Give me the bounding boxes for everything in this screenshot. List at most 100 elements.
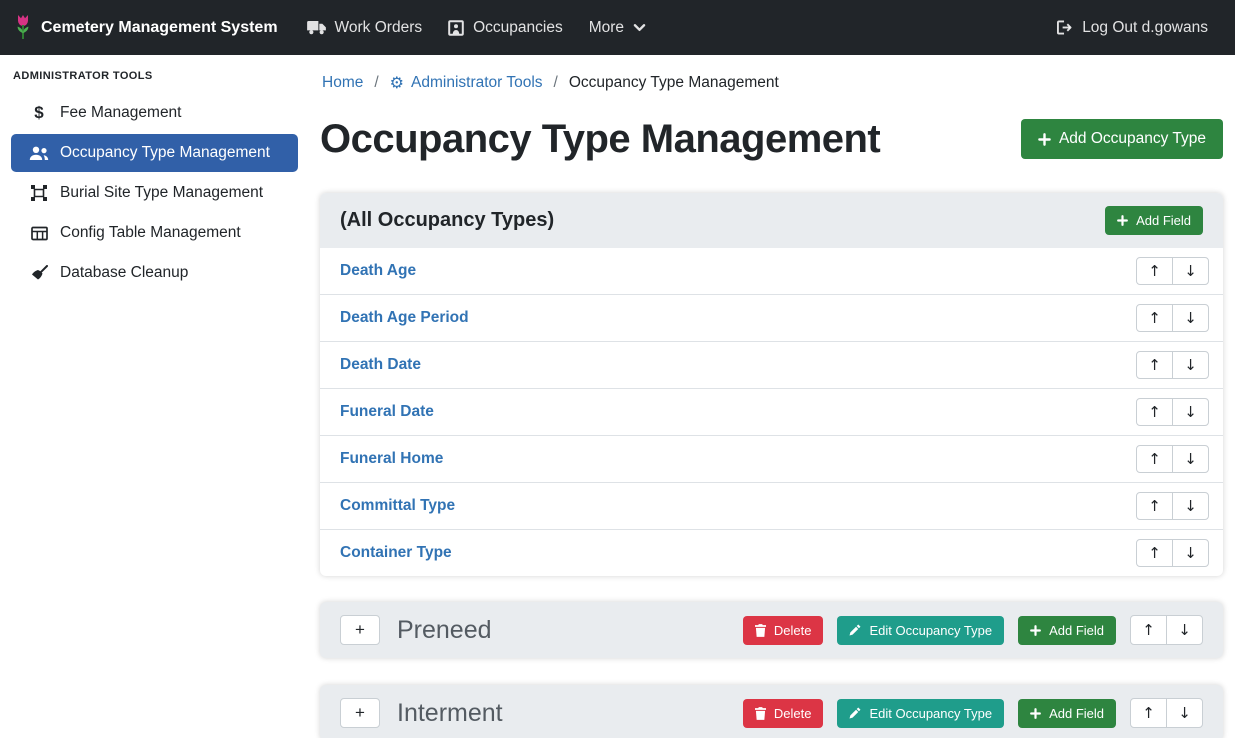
move-up-button[interactable]: ↑ — [1136, 492, 1173, 520]
delete-button[interactable]: Delete — [743, 616, 824, 645]
move-up-button[interactable]: ↑ — [1130, 615, 1167, 645]
sign-out-icon — [1056, 20, 1073, 35]
expand-button[interactable]: + — [340, 698, 380, 728]
nav-work-orders[interactable]: Work Orders — [294, 11, 436, 45]
nav-occupancies-label: Occupancies — [473, 19, 563, 37]
breadcrumb-home-link[interactable]: Home — [322, 74, 363, 92]
move-down-button[interactable]: ↓ — [1172, 398, 1209, 426]
reorder-button-group: ↑ ↓ — [1130, 698, 1203, 728]
nav-more[interactable]: More — [576, 11, 659, 45]
delete-button[interactable]: Delete — [743, 699, 824, 728]
add-field-button[interactable]: Add Field — [1018, 699, 1116, 728]
nav-occupancies[interactable]: Occupancies — [435, 11, 576, 45]
occupancy-type-section-interment: + Interment Delete Edit Occupancy Type — [320, 685, 1223, 738]
sidebar-item-database-cleanup[interactable]: Database Cleanup — [11, 254, 298, 292]
all-occupancy-types-header: (All Occupancy Types) Add Field — [320, 193, 1223, 248]
move-down-button[interactable]: ↓ — [1172, 539, 1209, 567]
trash-icon — [755, 624, 766, 637]
field-link[interactable]: Death Age — [340, 262, 416, 280]
broom-icon — [28, 265, 50, 281]
all-occupancy-types-card: (All Occupancy Types) Add Field Death Ag… — [320, 193, 1223, 576]
add-occupancy-type-label: Add Occupancy Type — [1059, 130, 1206, 148]
table-icon — [28, 226, 50, 241]
move-down-button[interactable]: ↓ — [1166, 698, 1203, 728]
delete-label: Delete — [774, 623, 812, 638]
main-content: Home / ⚙ Administrator Tools / Occupancy… — [308, 55, 1235, 738]
add-field-button[interactable]: Add Field — [1018, 616, 1116, 645]
field-link[interactable]: Committal Type — [340, 497, 455, 515]
move-up-button[interactable]: ↑ — [1136, 398, 1173, 426]
dollar-icon: $ — [28, 103, 50, 123]
move-down-button[interactable]: ↓ — [1172, 351, 1209, 379]
field-row: Death Date ↑ ↓ — [320, 342, 1223, 389]
pencil-icon — [849, 707, 861, 719]
sidebar: ADMINISTRATOR TOOLS $ Fee Management Occ… — [0, 55, 308, 738]
move-up-button[interactable]: ↑ — [1136, 257, 1173, 285]
gear-icon: ⚙ — [390, 75, 404, 91]
expand-button[interactable]: + — [340, 615, 380, 645]
sidebar-item-label: Fee Management — [60, 104, 182, 122]
logout-button[interactable]: Log Out d.gowans — [1043, 11, 1221, 45]
plus-icon — [1117, 215, 1128, 226]
sidebar-item-label: Burial Site Type Management — [60, 184, 263, 202]
tulip-logo-icon — [14, 14, 32, 41]
section-actions: Delete Edit Occupancy Type Add Field ↑ — [743, 698, 1203, 728]
edit-occupancy-type-button[interactable]: Edit Occupancy Type — [837, 699, 1004, 728]
vector-square-icon — [28, 185, 50, 201]
field-row: Death Age ↑ ↓ — [320, 248, 1223, 295]
sidebar-item-label: Occupancy Type Management — [60, 144, 270, 162]
chevron-down-icon — [633, 23, 646, 33]
reorder-button-group: ↑ ↓ — [1136, 351, 1209, 379]
top-navbar: Cemetery Management System Work Orders O… — [0, 0, 1235, 55]
section-actions: Delete Edit Occupancy Type Add Field ↑ — [743, 615, 1203, 645]
app-title: Cemetery Management System — [41, 19, 278, 37]
move-down-button[interactable]: ↓ — [1172, 257, 1209, 285]
pencil-icon — [849, 624, 861, 636]
reorder-button-group: ↑ ↓ — [1136, 398, 1209, 426]
move-down-button[interactable]: ↓ — [1172, 445, 1209, 473]
reorder-button-group: ↑ ↓ — [1136, 445, 1209, 473]
edit-occupancy-type-button[interactable]: Edit Occupancy Type — [837, 616, 1004, 645]
field-link[interactable]: Container Type — [340, 544, 452, 562]
reorder-button-group: ↑ ↓ — [1136, 539, 1209, 567]
occupancy-type-title: Interment — [397, 699, 743, 728]
move-down-button[interactable]: ↓ — [1172, 492, 1209, 520]
move-down-button[interactable]: ↓ — [1166, 615, 1203, 645]
sidebar-item-fee-management[interactable]: $ Fee Management — [11, 94, 298, 132]
breadcrumb-current: Occupancy Type Management — [569, 74, 779, 92]
reorder-button-group: ↑ ↓ — [1136, 257, 1209, 285]
breadcrumb: Home / ⚙ Administrator Tools / Occupancy… — [322, 73, 1223, 93]
add-occupancy-type-button[interactable]: Add Occupancy Type — [1021, 119, 1223, 159]
app-brand[interactable]: Cemetery Management System — [14, 14, 278, 41]
field-link[interactable]: Death Age Period — [340, 309, 469, 327]
move-up-button[interactable]: ↑ — [1136, 351, 1173, 379]
field-row: Committal Type ↑ ↓ — [320, 483, 1223, 530]
sidebar-item-config-table-management[interactable]: Config Table Management — [11, 214, 298, 252]
move-down-button[interactable]: ↓ — [1172, 304, 1209, 332]
breadcrumb-separator: / — [554, 74, 558, 92]
edit-occupancy-type-label: Edit Occupancy Type — [869, 706, 992, 721]
sidebar-item-burial-site-type-management[interactable]: Burial Site Type Management — [11, 174, 298, 212]
plus-icon — [1038, 133, 1051, 146]
move-up-button[interactable]: ↑ — [1130, 698, 1167, 728]
field-row: Funeral Date ↑ ↓ — [320, 389, 1223, 436]
field-link[interactable]: Funeral Date — [340, 403, 434, 421]
move-up-button[interactable]: ↑ — [1136, 445, 1173, 473]
sidebar-header: ADMINISTRATOR TOOLS — [13, 70, 298, 82]
add-field-label: Add Field — [1049, 623, 1104, 638]
sidebar-item-occupancy-type-management[interactable]: Occupancy Type Management — [11, 134, 298, 172]
move-up-button[interactable]: ↑ — [1136, 304, 1173, 332]
field-link[interactable]: Funeral Home — [340, 450, 443, 468]
person-booth-icon — [448, 20, 464, 36]
plus-icon — [1030, 708, 1041, 719]
breadcrumb-admin-tools-link[interactable]: ⚙ Administrator Tools — [390, 74, 543, 92]
move-up-button[interactable]: ↑ — [1136, 539, 1173, 567]
occupancy-type-section-preneed: + Preneed Delete Edit Occupancy Type — [320, 602, 1223, 658]
page-title: Occupancy Type Management — [320, 115, 880, 163]
add-field-label: Add Field — [1136, 213, 1191, 228]
occupancy-type-title: Preneed — [397, 616, 743, 645]
all-occupancy-types-title: (All Occupancy Types) — [340, 209, 554, 232]
add-field-button[interactable]: Add Field — [1105, 206, 1203, 235]
sidebar-item-label: Database Cleanup — [60, 264, 188, 282]
field-link[interactable]: Death Date — [340, 356, 421, 374]
